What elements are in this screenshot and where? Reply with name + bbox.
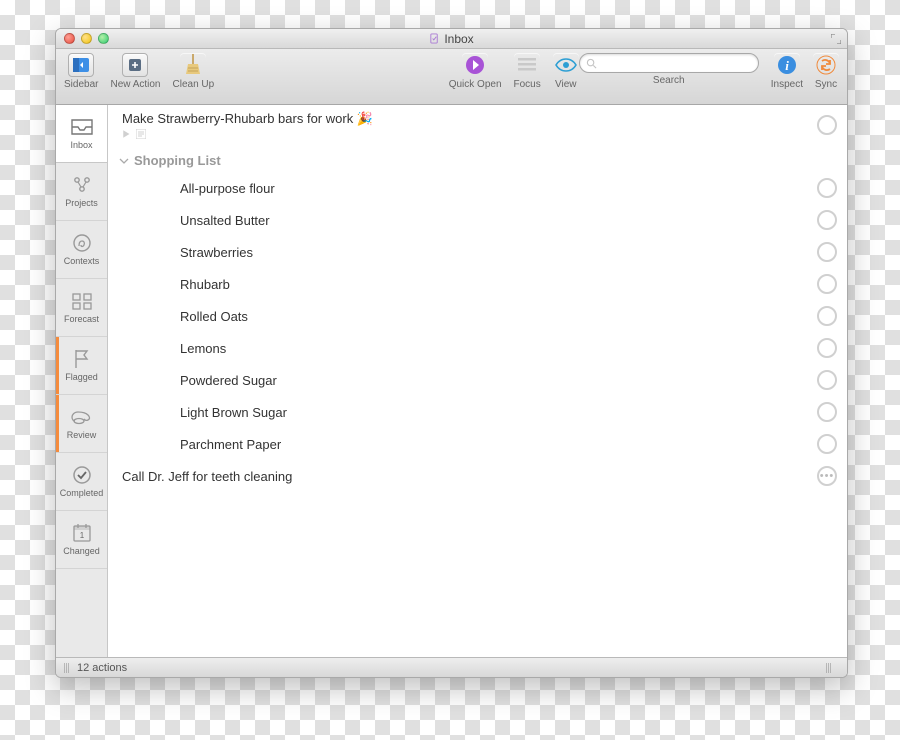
- focus-icon: [518, 57, 536, 73]
- svg-text:1: 1: [79, 531, 84, 540]
- close-button[interactable]: [64, 33, 75, 44]
- task-row[interactable]: Unsalted Butter: [108, 204, 847, 236]
- task-row[interactable]: Call Dr. Jeff for teeth cleaning: [108, 460, 847, 492]
- sidebar-item-flagged[interactable]: Flagged: [56, 337, 107, 395]
- status-circle[interactable]: [817, 370, 837, 390]
- window-title: Inbox: [444, 32, 473, 46]
- task-row[interactable]: Make Strawberry-Rhubarb bars for work 🎉: [108, 105, 847, 145]
- titlebar: Inbox: [56, 29, 847, 49]
- sidebar-item-completed[interactable]: Completed: [56, 453, 107, 511]
- sidebar-item-forecast[interactable]: Forecast: [56, 279, 107, 337]
- forecast-icon: [71, 291, 93, 311]
- task-row[interactable]: Parchment Paper: [108, 428, 847, 460]
- sidebar-toggle-button[interactable]: Sidebar: [64, 53, 98, 90]
- review-icon: [71, 407, 93, 427]
- search-label: Search: [653, 75, 685, 86]
- sidebar-item-inbox[interactable]: Inbox: [56, 105, 107, 163]
- svg-text:i: i: [785, 58, 789, 73]
- sync-button[interactable]: Sync: [813, 53, 839, 90]
- document-icon: [429, 33, 440, 44]
- toolbar: Sidebar New Action Clean Up Quick Open F…: [56, 49, 847, 105]
- status-circle[interactable]: [817, 402, 837, 422]
- calendar-icon: 1: [71, 523, 93, 543]
- status-circle[interactable]: [817, 210, 837, 230]
- group-title: Shopping List: [134, 153, 221, 168]
- new-action-button[interactable]: New Action: [110, 53, 160, 90]
- broom-icon: [184, 54, 202, 76]
- task-row[interactable]: Light Brown Sugar: [108, 396, 847, 428]
- window-title-wrap: Inbox: [56, 32, 847, 46]
- quick-open-icon: [465, 55, 485, 75]
- view-button[interactable]: View: [553, 53, 579, 90]
- status-count: 12 actions: [77, 662, 127, 674]
- body: Inbox Projects Contexts Forecast Flagged…: [56, 105, 847, 657]
- info-icon: i: [777, 55, 797, 75]
- focus-button[interactable]: Focus: [514, 53, 541, 90]
- inbox-icon: [71, 117, 93, 137]
- window-controls: [64, 33, 109, 44]
- status-circle[interactable]: [817, 115, 837, 135]
- eye-icon: [555, 58, 577, 72]
- main-list: Make Strawberry-Rhubarb bars for work 🎉 …: [108, 105, 847, 657]
- statusbar: 12 actions: [56, 657, 847, 677]
- task-title: Make Strawberry-Rhubarb bars for work 🎉: [122, 111, 373, 127]
- disclosure-icon: [122, 129, 132, 139]
- grip-icon[interactable]: [64, 663, 69, 673]
- group-header[interactable]: Shopping List: [108, 145, 847, 172]
- status-circle[interactable]: [817, 434, 837, 454]
- task-row[interactable]: All-purpose flour: [108, 172, 847, 204]
- status-circle[interactable]: [817, 338, 837, 358]
- task-row[interactable]: Powdered Sugar: [108, 364, 847, 396]
- minimize-button[interactable]: [81, 33, 92, 44]
- sidebar: Inbox Projects Contexts Forecast Flagged…: [56, 105, 108, 657]
- grip-icon-right[interactable]: [826, 663, 831, 673]
- note-icon: [136, 129, 146, 139]
- sidebar-item-review[interactable]: Review: [56, 395, 107, 453]
- sidebar-item-contexts[interactable]: Contexts: [56, 221, 107, 279]
- status-circle[interactable]: [817, 242, 837, 262]
- flag-icon: [71, 349, 93, 369]
- task-title: Call Dr. Jeff for teeth cleaning: [122, 469, 292, 484]
- search-icon: [586, 58, 597, 69]
- status-circle-more[interactable]: [817, 466, 837, 486]
- sidebar-item-projects[interactable]: Projects: [56, 163, 107, 221]
- clean-up-button[interactable]: Clean Up: [173, 53, 215, 90]
- sidebar-item-changed[interactable]: 1 Changed: [56, 511, 107, 569]
- status-circle[interactable]: [817, 178, 837, 198]
- completed-icon: [71, 465, 93, 485]
- search-input[interactable]: [601, 57, 752, 69]
- status-circle[interactable]: [817, 274, 837, 294]
- inspect-button[interactable]: i Inspect: [771, 53, 803, 90]
- task-row[interactable]: Rhubarb: [108, 268, 847, 300]
- plus-icon: [127, 57, 143, 73]
- task-row[interactable]: Lemons: [108, 332, 847, 364]
- note-indicator[interactable]: [122, 129, 373, 139]
- task-row[interactable]: Strawberries: [108, 236, 847, 268]
- projects-icon: [71, 175, 93, 195]
- sync-icon: [816, 55, 836, 75]
- chevron-down-icon[interactable]: [118, 155, 130, 167]
- quick-open-button[interactable]: Quick Open: [449, 53, 502, 90]
- search-field[interactable]: [579, 53, 759, 73]
- task-row[interactable]: Rolled Oats: [108, 300, 847, 332]
- sidebar-icon: [73, 58, 89, 72]
- contexts-icon: [71, 233, 93, 253]
- app-window: Inbox Sidebar New Action Clean Up Quick …: [55, 28, 848, 678]
- status-circle[interactable]: [817, 306, 837, 326]
- zoom-button[interactable]: [98, 33, 109, 44]
- fullscreen-icon[interactable]: [831, 34, 841, 44]
